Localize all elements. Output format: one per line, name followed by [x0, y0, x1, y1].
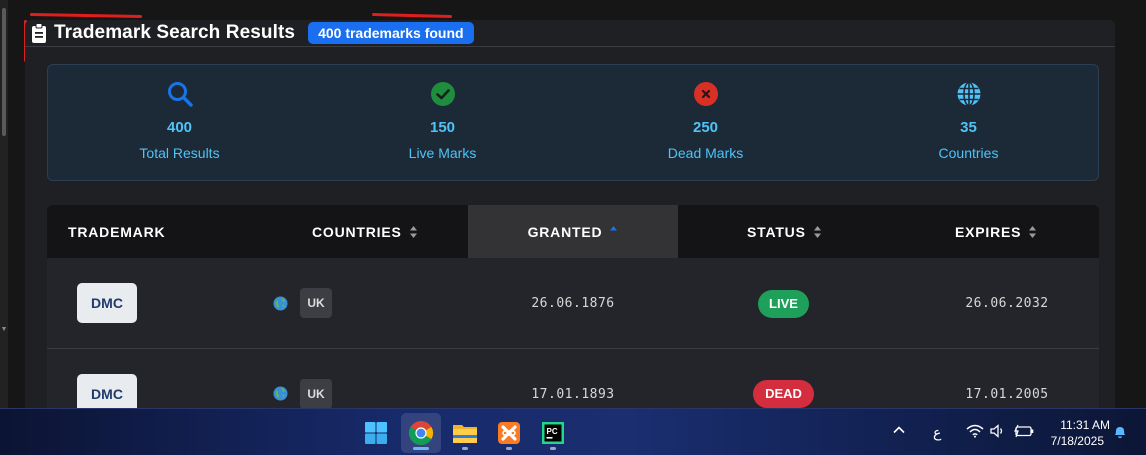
start-button[interactable] — [356, 413, 396, 453]
column-header-countries[interactable]: COUNTRIES — [312, 205, 418, 258]
results-header: Trademark Search Results 400 trademarks … — [31, 20, 474, 46]
volume-icon[interactable] — [990, 424, 1006, 441]
window-scrollbar[interactable]: ▼ — [0, 0, 8, 408]
stat-value: 400 — [166, 119, 193, 136]
column-header-expires[interactable]: EXPIRES — [955, 205, 1037, 258]
column-header-granted[interactable]: GRANTED — [468, 205, 678, 258]
screen: { "header": { "title": "Trademark Search… — [0, 0, 1146, 455]
country-flag-uk: UK — [300, 288, 332, 318]
clipboard-icon — [32, 23, 46, 43]
stat-label: Total Results — [139, 145, 220, 161]
taskbar-chrome[interactable] — [401, 413, 441, 453]
column-header-label: GRANTED — [527, 223, 603, 240]
column-header-label: TRADEMARK — [68, 223, 166, 240]
expires-date: 17.01.2005 — [965, 387, 1049, 402]
wifi-icon[interactable] — [966, 424, 984, 441]
table-header: TRADEMARK COUNTRIES GRANTED STATUS EXPIR… — [47, 205, 1099, 258]
annotation-mark-top-left — [29, 13, 143, 18]
stat-label: Countries — [938, 145, 999, 161]
stat-label: Live Marks — [408, 145, 477, 161]
svg-text:PC: PC — [547, 427, 558, 436]
column-header-label: EXPIRES — [955, 223, 1022, 240]
column-header-status[interactable]: STATUS — [747, 205, 822, 258]
clock-date[interactable]: 7/18/2025 — [1040, 434, 1104, 448]
running-indicator — [506, 447, 512, 450]
globe-icon — [273, 296, 288, 311]
table-row[interactable]: DMC UK 26.06.1876 LIVE 26.06.2032 — [47, 258, 1099, 349]
stat-label: Dead Marks — [667, 145, 744, 161]
column-header-trademark[interactable]: TRADEMARK — [68, 205, 165, 258]
results-table: TRADEMARK COUNTRIES GRANTED STATUS EXPIR… — [47, 205, 1099, 415]
column-header-label: STATUS — [747, 223, 806, 240]
stat-value: 150 — [429, 119, 456, 136]
check-circle-icon — [430, 82, 455, 106]
sort-icon — [1029, 225, 1037, 238]
stats-summary: 400 Total Results 150 Live Marks 250 Dea… — [47, 64, 1099, 181]
page-title: Trademark Search Results — [54, 22, 296, 43]
stat-countries: 35 Countries — [837, 65, 1100, 182]
sort-icon — [813, 225, 821, 238]
active-indicator — [413, 447, 429, 450]
x-circle-icon — [693, 82, 718, 106]
granted-date: 17.01.1893 — [531, 387, 615, 402]
stat-dead-marks: 250 Dead Marks — [574, 65, 837, 182]
expires-date: 26.06.2032 — [965, 296, 1049, 311]
stat-value: 250 — [692, 119, 719, 136]
notification-bell-icon[interactable] — [1112, 424, 1128, 443]
table-row[interactable]: DMC UK 17.01.1893 DEAD 17.01.2005 — [47, 349, 1099, 415]
clock-time[interactable]: 11:31 AM — [1046, 418, 1110, 432]
windows-taskbar: PC ع 11:31 AM 7/18/2025 — [0, 408, 1146, 455]
stat-value: 35 — [960, 119, 977, 136]
header-divider — [25, 46, 1115, 47]
start-icon — [365, 422, 387, 444]
stat-total-results: 400 Total Results — [48, 65, 311, 182]
scroll-down-arrow-icon[interactable]: ▼ — [0, 326, 8, 333]
running-indicator — [550, 447, 556, 450]
results-count-badge: 400 trademarks found — [308, 22, 474, 44]
taskbar-pycharm[interactable]: PC — [533, 413, 573, 453]
tray-overflow-chevron-icon[interactable] — [892, 423, 906, 440]
status-badge: LIVE — [758, 290, 809, 318]
annotation-mark-top-mid — [371, 12, 453, 19]
running-indicator — [462, 447, 468, 450]
column-header-label: COUNTRIES — [312, 223, 402, 240]
sort-icon — [409, 225, 417, 238]
input-language-indicator[interactable]: ع — [933, 424, 941, 441]
status-badge: DEAD — [753, 380, 814, 408]
globe-icon — [957, 81, 980, 107]
sort-ascending-icon — [610, 225, 618, 230]
stat-live-marks: 150 Live Marks — [311, 65, 574, 182]
taskbar-xampp[interactable] — [489, 413, 529, 453]
scrollbar-thumb[interactable] — [2, 8, 6, 136]
country-flag-uk: UK — [300, 379, 332, 409]
trademark-button[interactable]: DMC — [77, 283, 137, 323]
granted-date: 26.06.1876 — [531, 296, 615, 311]
battery-charging-icon[interactable] — [1013, 424, 1035, 441]
search-icon — [167, 82, 193, 107]
taskbar-file-explorer[interactable] — [445, 413, 485, 453]
globe-icon — [273, 386, 288, 401]
